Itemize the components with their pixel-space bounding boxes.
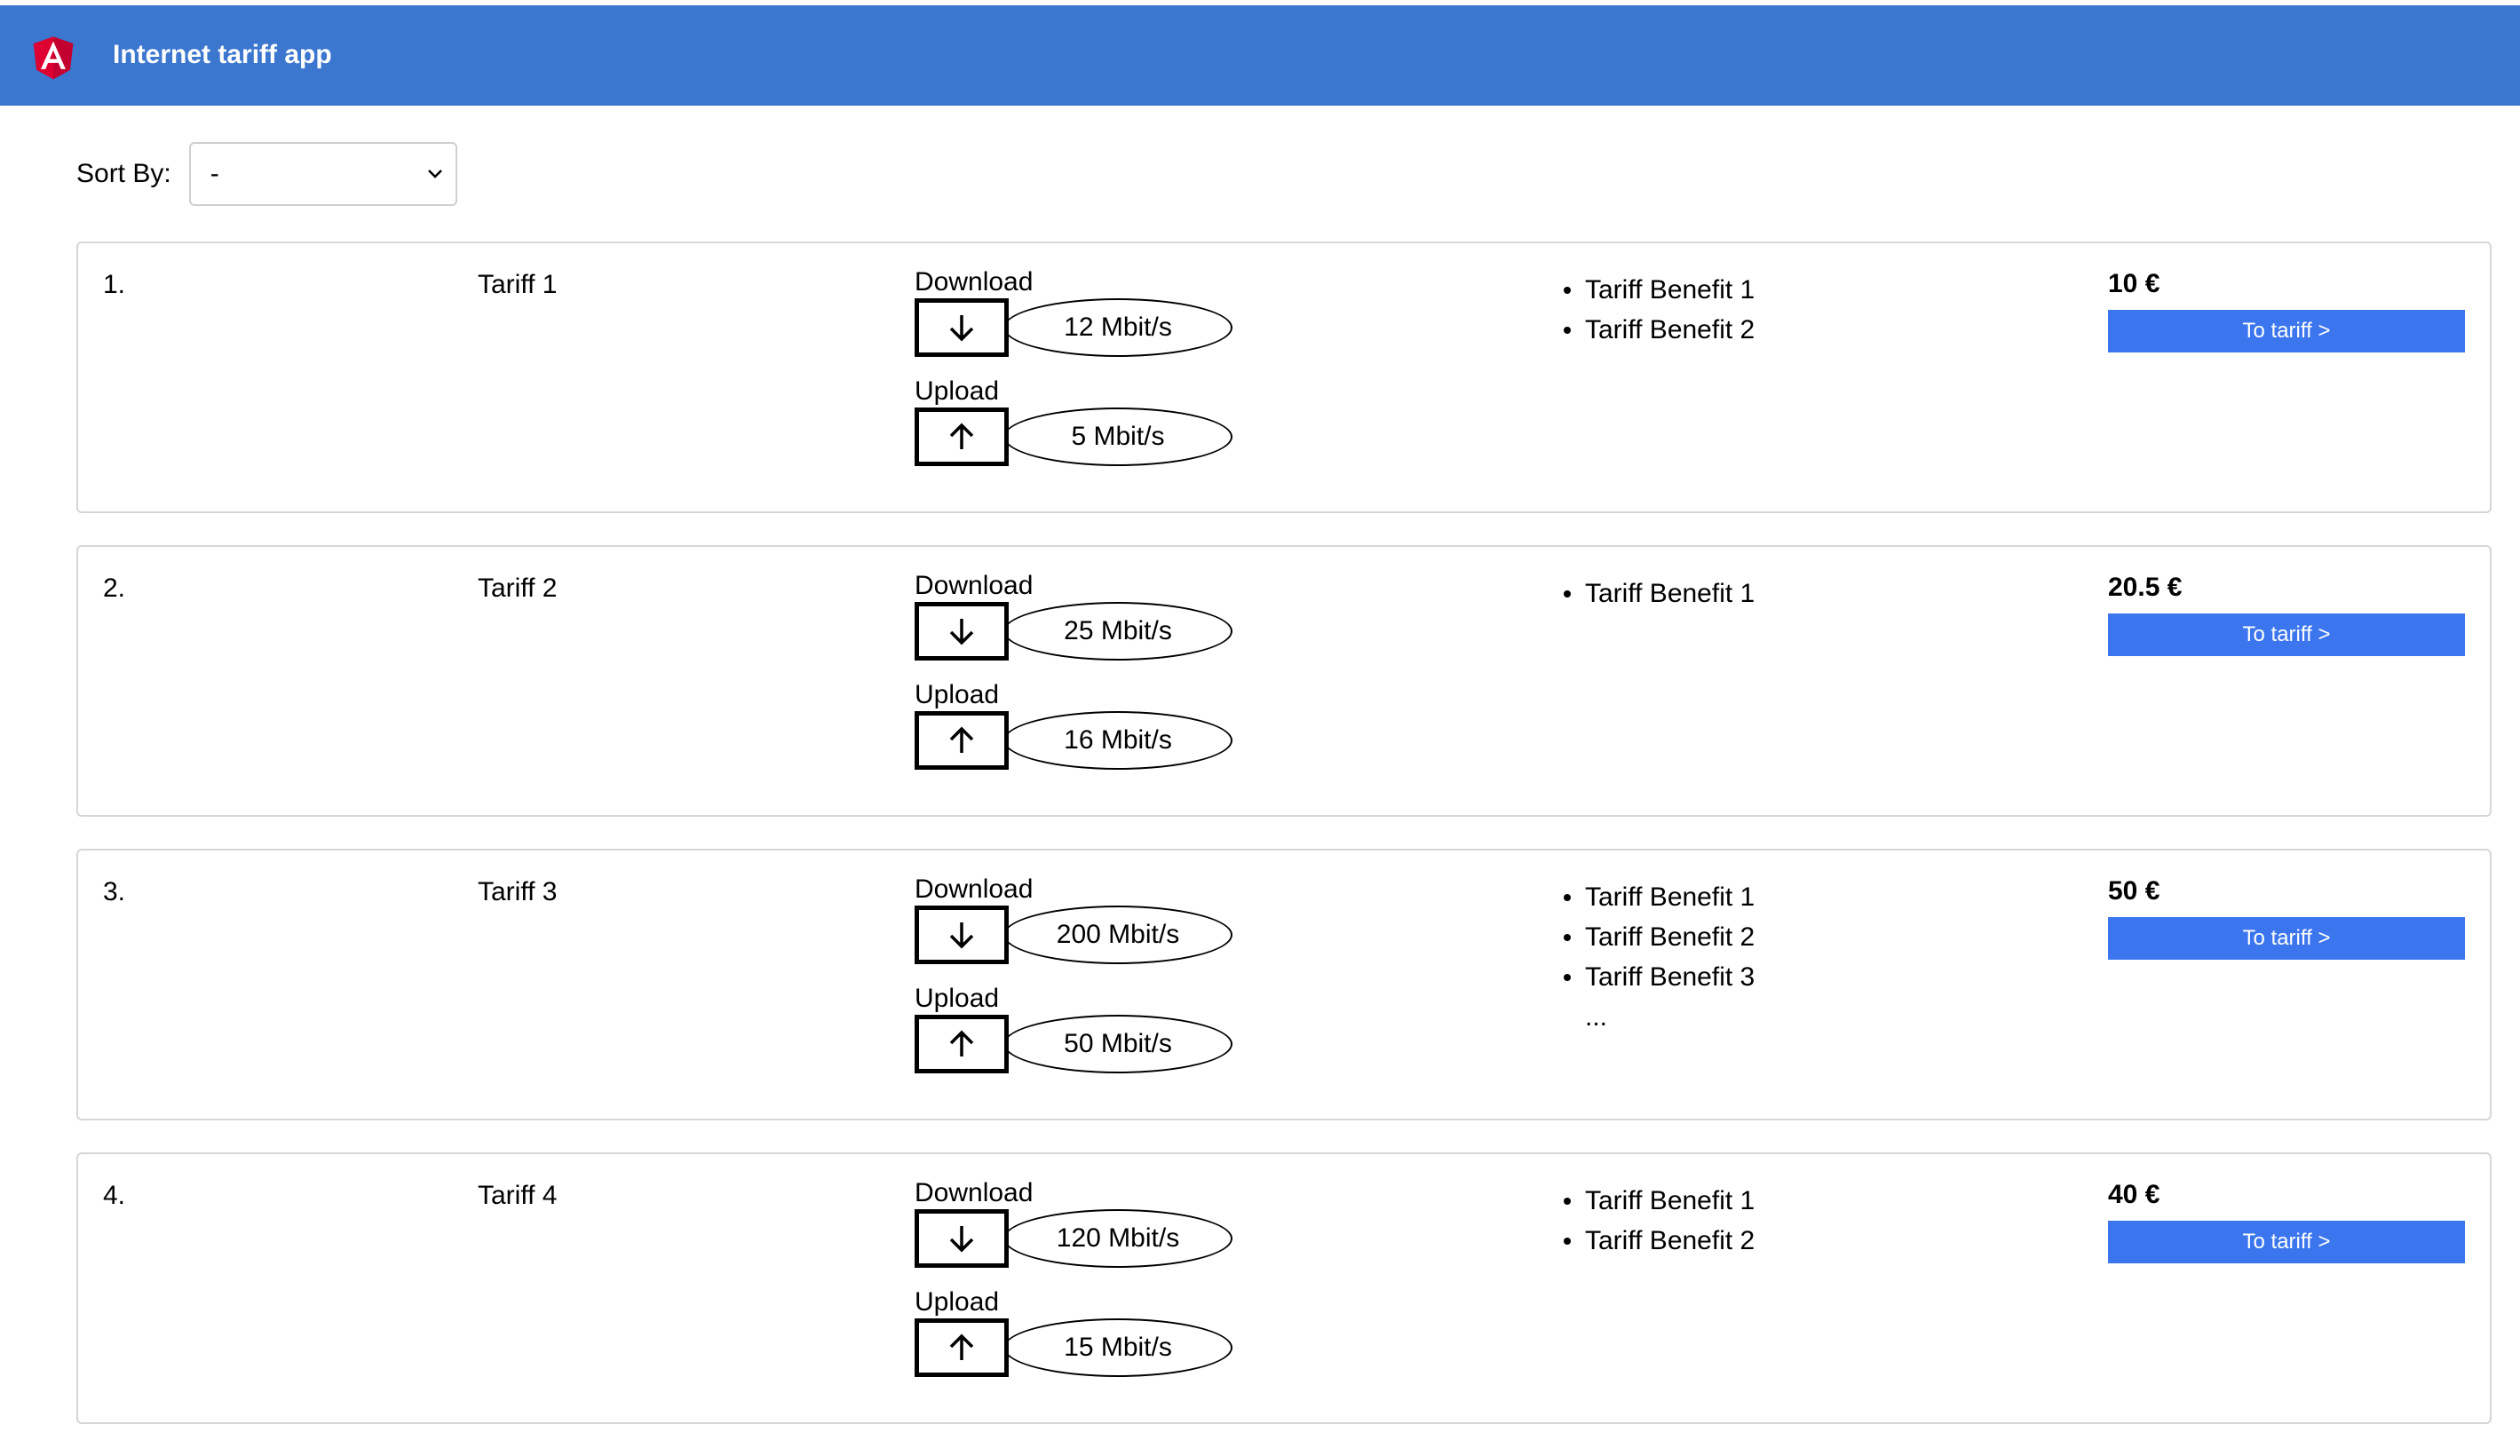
- sort-control: Sort By: -: [76, 142, 457, 206]
- arrow-up-icon: [949, 423, 974, 449]
- upload-label: Upload: [915, 680, 1000, 709]
- download-speed: Download 200 Mbit/s: [915, 875, 1232, 964]
- list-item: Tariff Benefit 2: [1557, 917, 1755, 957]
- download-label: Download: [915, 874, 1034, 904]
- list-item: Tariff Benefit 1: [1557, 270, 1755, 310]
- upload-label: Upload: [915, 376, 1000, 406]
- upload-value: 15 Mbit/s: [1003, 1318, 1232, 1377]
- tariff-price: 50 €: [2108, 876, 2160, 906]
- tariff-card: 3. Tariff 3 Download 200 Mbit/s Upload 5…: [76, 849, 2492, 1120]
- upload-label: Upload: [915, 1287, 1000, 1317]
- tariff-rank: 4.: [103, 1181, 126, 1210]
- list-item: Tariff Benefit 1: [1557, 574, 1755, 613]
- benefit-list: Tariff Benefit 1 Tariff Benefit 2: [1557, 1181, 1755, 1261]
- chevron-down-icon: [427, 170, 442, 178]
- arrow-up-icon: [949, 1333, 974, 1360]
- download-speed: Download 25 Mbit/s: [915, 572, 1232, 661]
- tariff-name: Tariff 2: [478, 574, 558, 603]
- tariff-list: 1. Tariff 1 Download 12 Mbit/s Upload 5 …: [76, 241, 2492, 1456]
- download-speed: Download 12 Mbit/s: [915, 268, 1232, 357]
- download-value: 12 Mbit/s: [1003, 298, 1232, 357]
- download-value: 200 Mbit/s: [1003, 906, 1232, 964]
- tariff-price: 40 €: [2108, 1180, 2160, 1209]
- app-header: Internet tariff app: [0, 5, 2520, 106]
- to-tariff-button[interactable]: To tariff >: [2108, 310, 2465, 352]
- benefit-list: Tariff Benefit 1 Tariff Benefit 2: [1557, 270, 1755, 350]
- arrow-down-icon: [949, 1226, 974, 1253]
- price-block: 40 € To tariff >: [2108, 1181, 2465, 1263]
- to-tariff-button[interactable]: To tariff >: [2108, 1221, 2465, 1263]
- list-item: Tariff Benefit 3: [1557, 957, 1755, 997]
- tariff-rank: 2.: [103, 574, 126, 603]
- price-block: 50 € To tariff >: [2108, 877, 2465, 960]
- upload-speed: Upload 15 Mbit/s: [915, 1288, 1232, 1377]
- upload-label: Upload: [915, 984, 1000, 1013]
- arrow-down-icon: [949, 315, 974, 342]
- tariff-card: 4. Tariff 4 Download 120 Mbit/s Upload 1…: [76, 1152, 2492, 1424]
- to-tariff-button[interactable]: To tariff >: [2108, 917, 2465, 960]
- sort-select[interactable]: -: [188, 142, 457, 206]
- upload-value: 50 Mbit/s: [1003, 1015, 1232, 1073]
- download-value: 120 Mbit/s: [1003, 1209, 1232, 1268]
- more-benefits-ellipsis: ...: [1585, 1002, 1608, 1032]
- tariff-card: 1. Tariff 1 Download 12 Mbit/s Upload 5 …: [76, 241, 2492, 513]
- arrow-up-icon: [949, 726, 974, 753]
- upload-value: 16 Mbit/s: [1003, 711, 1232, 770]
- arrow-down-icon: [949, 922, 974, 949]
- download-speed: Download 120 Mbit/s: [915, 1179, 1232, 1268]
- to-tariff-button[interactable]: To tariff >: [2108, 613, 2465, 656]
- tariff-name: Tariff 1: [478, 270, 558, 299]
- download-label: Download: [915, 571, 1034, 600]
- list-item: Tariff Benefit 2: [1557, 310, 1755, 350]
- list-item: Tariff Benefit 1: [1557, 1181, 1755, 1221]
- upload-speed: Upload 50 Mbit/s: [915, 985, 1232, 1073]
- tariff-rank: 1.: [103, 270, 126, 299]
- upload-speed: Upload 16 Mbit/s: [915, 681, 1232, 770]
- benefit-list: Tariff Benefit 1: [1557, 574, 1755, 613]
- app-title: Internet tariff app: [113, 40, 332, 69]
- tariff-name: Tariff 3: [478, 877, 558, 906]
- price-block: 10 € To tariff >: [2108, 270, 2465, 352]
- list-item: Tariff Benefit 1: [1557, 877, 1755, 917]
- upload-value: 5 Mbit/s: [1003, 408, 1232, 466]
- benefit-list: Tariff Benefit 1 Tariff Benefit 2 Tariff…: [1557, 877, 1755, 1037]
- tariff-rank: 3.: [103, 877, 126, 906]
- angular-logo-icon: [33, 36, 74, 80]
- sort-label: Sort By:: [76, 159, 171, 188]
- tariff-name: Tariff 4: [478, 1181, 558, 1210]
- arrow-down-icon: [949, 619, 974, 645]
- arrow-up-icon: [949, 1030, 974, 1056]
- download-value: 25 Mbit/s: [1003, 602, 1232, 661]
- upload-speed: Upload 5 Mbit/s: [915, 377, 1232, 466]
- tariff-price: 20.5 €: [2108, 573, 2183, 602]
- download-label: Download: [915, 1178, 1034, 1207]
- tariff-card: 2. Tariff 2 Download 25 Mbit/s Upload 16…: [76, 545, 2492, 817]
- tariff-price: 10 €: [2108, 269, 2160, 298]
- list-item: Tariff Benefit 2: [1557, 1221, 1755, 1261]
- sort-selected-value: -: [210, 159, 219, 188]
- download-label: Download: [915, 267, 1034, 297]
- price-block: 20.5 € To tariff >: [2108, 574, 2465, 656]
